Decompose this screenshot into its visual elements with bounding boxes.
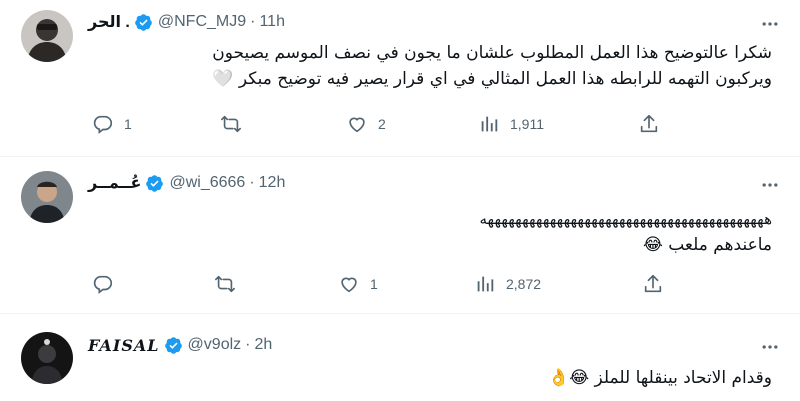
more-icon[interactable]: [758, 12, 782, 36]
tweet-text: هههههههههههههههههههههههههههههههههههههههه…: [479, 206, 772, 258]
retweet-icon: [221, 115, 241, 133]
tweet-text: شكرا عالتوضيح هذا العمل المطلوب علشان ما…: [212, 40, 772, 92]
like-icon: [349, 117, 365, 133]
more-icon[interactable]: [758, 173, 782, 197]
share-icon: [644, 274, 662, 293]
tweet-text-line: ماعندهم ملعب 😂: [642, 235, 772, 255]
user-handle[interactable]: @v9olz: [188, 336, 242, 354]
reply-button[interactable]: 1: [92, 112, 132, 136]
tweet-1[interactable]: الحر . @NFC_MJ9 · 11h شكرا عالتوضيح هذا …: [0, 0, 800, 157]
user-handle[interactable]: @wi_6666: [169, 174, 245, 192]
tweet-header: FAISAL @v9olz · 2h: [88, 333, 272, 357]
like-count: 1: [370, 276, 378, 292]
timestamp[interactable]: 11h: [259, 13, 285, 31]
reply-count: 1: [124, 116, 132, 132]
display-name[interactable]: عُــمــر: [88, 173, 141, 193]
tweet-text-line: وقدام الاتحاد بينقلها للملز 😂👌: [548, 368, 772, 388]
share-button[interactable]: [642, 272, 664, 296]
tweet-header: عُــمــر @wi_6666 · 12h: [88, 171, 285, 195]
tweet-text-line: هههههههههههههههههههههههههههههههههههههههه…: [479, 210, 772, 228]
tweet-text: وقدام الاتحاد بينقلها للملز 😂👌: [548, 365, 772, 391]
reply-button[interactable]: [92, 272, 124, 296]
like-button[interactable]: 1: [338, 272, 378, 296]
tweet-text-line: شكرا عالتوضيح هذا العمل المطلوب علشان ما…: [212, 43, 772, 63]
views-count: 2,872: [506, 276, 542, 292]
tweet-header: الحر . @NFC_MJ9 · 11h: [88, 10, 285, 34]
reply-icon: [93, 115, 113, 134]
timestamp[interactable]: 2h: [254, 336, 272, 354]
views-icon: [481, 116, 498, 132]
retweet-button[interactable]: [214, 272, 246, 296]
display-name[interactable]: FAISAL: [88, 336, 160, 355]
views-button[interactable]: 2,872: [474, 272, 541, 296]
verified-badge-icon: [164, 336, 182, 354]
reply-icon: [93, 275, 113, 294]
avatar[interactable]: [21, 171, 73, 223]
tweet-3[interactable]: FAISAL @v9olz · 2h وقدام الاتحاد بينقلها…: [0, 315, 800, 401]
avatar[interactable]: [21, 10, 73, 62]
separator-dot: ·: [249, 174, 255, 191]
tweet-text-line: ويركبون التهمه للرابطه هذا العمل المثالي…: [212, 69, 772, 89]
views-icon: [477, 276, 494, 292]
separator-dot: ·: [245, 336, 251, 353]
retweet-button[interactable]: [220, 112, 252, 136]
tweet-2[interactable]: عُــمــر @wi_6666 · 12h هههههههههههههههه…: [0, 158, 800, 314]
verified-badge-icon: [135, 13, 152, 31]
timestamp[interactable]: 12h: [259, 174, 286, 192]
user-handle[interactable]: @NFC_MJ9: [158, 13, 246, 31]
avatar[interactable]: [21, 332, 73, 384]
retweet-icon: [215, 275, 235, 293]
share-icon: [640, 114, 658, 133]
like-icon: [341, 277, 357, 293]
display-name[interactable]: الحر .: [88, 12, 130, 32]
share-button[interactable]: [638, 112, 660, 136]
views-button[interactable]: 1,911: [478, 112, 544, 136]
verified-badge-icon: [146, 174, 164, 192]
views-count: 1,911: [510, 116, 544, 132]
more-icon[interactable]: [758, 335, 782, 359]
like-button[interactable]: 2: [346, 112, 386, 136]
separator-dot: ·: [250, 13, 256, 30]
like-count: 2: [378, 116, 386, 132]
